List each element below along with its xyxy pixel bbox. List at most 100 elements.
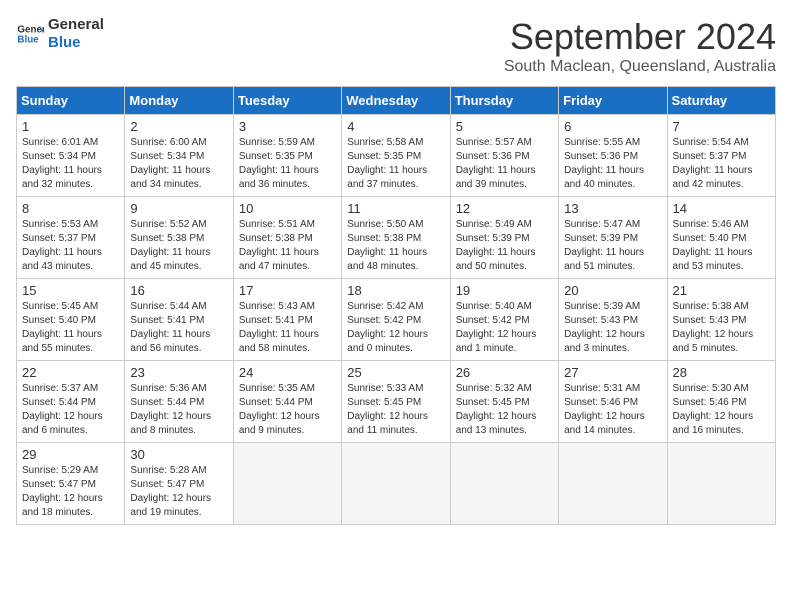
day-info: Sunrise: 5:49 AM Sunset: 5:39 PM Dayligh… [456, 218, 553, 274]
day-info: Sunrise: 5:38 AM Sunset: 5:43 PM Dayligh… [673, 300, 770, 356]
day-number: 22 [22, 365, 119, 380]
calendar-cell: 11 Sunrise: 5:50 AM Sunset: 5:38 PM Dayli… [342, 197, 450, 279]
day-info: Sunrise: 5:53 AM Sunset: 5:37 PM Dayligh… [22, 218, 119, 274]
day-number: 23 [130, 365, 227, 380]
calendar-cell: 26 Sunrise: 5:32 AM Sunset: 5:45 PM Dayli… [450, 361, 558, 443]
day-info: Sunrise: 5:58 AM Sunset: 5:35 PM Dayligh… [347, 136, 444, 192]
day-number: 30 [130, 447, 227, 462]
day-number: 14 [673, 201, 770, 216]
calendar-week-row: 8Sunrise: 5:53 AM Sunset: 5:37 PM Daylig… [17, 197, 776, 279]
day-info: Sunrise: 5:28 AM Sunset: 5:47 PM Dayligh… [130, 464, 227, 520]
logo: General Blue General Blue [16, 16, 104, 52]
day-info: Sunrise: 5:40 AM Sunset: 5:42 PM Dayligh… [456, 300, 553, 356]
day-number: 3 [239, 119, 336, 134]
day-number: 17 [239, 283, 336, 298]
day-number: 28 [673, 365, 770, 380]
calendar-cell: 20 Sunrise: 5:39 AM Sunset: 5:43 PM Dayli… [559, 279, 667, 361]
calendar-cell: 5 Sunrise: 5:57 AM Sunset: 5:36 PM Daylig… [450, 115, 558, 197]
calendar-title: September 2024 [504, 16, 776, 58]
day-number: 12 [456, 201, 553, 216]
logo-line2: Blue [48, 34, 104, 52]
day-info: Sunrise: 5:37 AM Sunset: 5:44 PM Dayligh… [22, 382, 119, 438]
calendar-week-row: 29 Sunrise: 5:29 AM Sunset: 5:47 PM Dayli… [17, 443, 776, 525]
calendar-cell: 1Sunrise: 6:01 AM Sunset: 5:34 PM Daylig… [17, 115, 125, 197]
day-info: Sunrise: 5:52 AM Sunset: 5:38 PM Dayligh… [130, 218, 227, 274]
day-number: 24 [239, 365, 336, 380]
day-number: 11 [347, 201, 444, 216]
day-number: 21 [673, 283, 770, 298]
logo-line1: General [48, 16, 104, 34]
calendar-cell: 27 Sunrise: 5:31 AM Sunset: 5:46 PM Dayli… [559, 361, 667, 443]
calendar-cell: 25 Sunrise: 5:33 AM Sunset: 5:45 PM Dayli… [342, 361, 450, 443]
day-info: Sunrise: 5:47 AM Sunset: 5:39 PM Dayligh… [564, 218, 661, 274]
weekday-header: Monday [125, 87, 233, 115]
day-info: Sunrise: 5:42 AM Sunset: 5:42 PM Dayligh… [347, 300, 444, 356]
day-info: Sunrise: 5:36 AM Sunset: 5:44 PM Dayligh… [130, 382, 227, 438]
calendar-cell [667, 443, 775, 525]
day-info: Sunrise: 5:57 AM Sunset: 5:36 PM Dayligh… [456, 136, 553, 192]
day-info: Sunrise: 6:00 AM Sunset: 5:34 PM Dayligh… [130, 136, 227, 192]
calendar-cell: 12 Sunrise: 5:49 AM Sunset: 5:39 PM Dayli… [450, 197, 558, 279]
calendar-cell [233, 443, 341, 525]
day-number: 19 [456, 283, 553, 298]
day-info: Sunrise: 5:50 AM Sunset: 5:38 PM Dayligh… [347, 218, 444, 274]
calendar-cell: 15 Sunrise: 5:45 AM Sunset: 5:40 PM Dayli… [17, 279, 125, 361]
calendar-cell: 14 Sunrise: 5:46 AM Sunset: 5:40 PM Dayli… [667, 197, 775, 279]
day-info: Sunrise: 5:39 AM Sunset: 5:43 PM Dayligh… [564, 300, 661, 356]
day-info: Sunrise: 5:29 AM Sunset: 5:47 PM Dayligh… [22, 464, 119, 520]
day-info: Sunrise: 5:30 AM Sunset: 5:46 PM Dayligh… [673, 382, 770, 438]
calendar-cell: 6 Sunrise: 5:55 AM Sunset: 5:36 PM Daylig… [559, 115, 667, 197]
header: General Blue General Blue September 2024… [16, 16, 776, 76]
day-number: 26 [456, 365, 553, 380]
day-number: 13 [564, 201, 661, 216]
calendar-table: SundayMondayTuesdayWednesdayThursdayFrid… [16, 86, 776, 525]
day-number: 9 [130, 201, 227, 216]
day-number: 27 [564, 365, 661, 380]
day-info: Sunrise: 5:43 AM Sunset: 5:41 PM Dayligh… [239, 300, 336, 356]
day-number: 16 [130, 283, 227, 298]
calendar-cell: 9 Sunrise: 5:52 AM Sunset: 5:38 PM Daylig… [125, 197, 233, 279]
calendar-cell: 29 Sunrise: 5:29 AM Sunset: 5:47 PM Dayli… [17, 443, 125, 525]
day-info: Sunrise: 5:32 AM Sunset: 5:45 PM Dayligh… [456, 382, 553, 438]
day-number: 5 [456, 119, 553, 134]
day-number: 1 [22, 119, 119, 134]
day-info: Sunrise: 5:55 AM Sunset: 5:36 PM Dayligh… [564, 136, 661, 192]
day-number: 10 [239, 201, 336, 216]
title-area: September 2024 South Maclean, Queensland… [504, 16, 776, 76]
weekday-header: Thursday [450, 87, 558, 115]
day-info: Sunrise: 5:46 AM Sunset: 5:40 PM Dayligh… [673, 218, 770, 274]
calendar-subtitle: South Maclean, Queensland, Australia [504, 58, 776, 76]
day-number: 29 [22, 447, 119, 462]
day-number: 2 [130, 119, 227, 134]
calendar-week-row: 15 Sunrise: 5:45 AM Sunset: 5:40 PM Dayli… [17, 279, 776, 361]
day-number: 4 [347, 119, 444, 134]
day-info: Sunrise: 5:44 AM Sunset: 5:41 PM Dayligh… [130, 300, 227, 356]
day-number: 15 [22, 283, 119, 298]
day-info: Sunrise: 5:33 AM Sunset: 5:45 PM Dayligh… [347, 382, 444, 438]
calendar-cell: 30 Sunrise: 5:28 AM Sunset: 5:47 PM Dayli… [125, 443, 233, 525]
day-number: 20 [564, 283, 661, 298]
day-info: Sunrise: 5:31 AM Sunset: 5:46 PM Dayligh… [564, 382, 661, 438]
calendar-cell: 8Sunrise: 5:53 AM Sunset: 5:37 PM Daylig… [17, 197, 125, 279]
calendar-cell: 4 Sunrise: 5:58 AM Sunset: 5:35 PM Daylig… [342, 115, 450, 197]
calendar-cell: 21 Sunrise: 5:38 AM Sunset: 5:43 PM Dayli… [667, 279, 775, 361]
calendar-cell: 23 Sunrise: 5:36 AM Sunset: 5:44 PM Dayli… [125, 361, 233, 443]
calendar-week-row: 1Sunrise: 6:01 AM Sunset: 5:34 PM Daylig… [17, 115, 776, 197]
weekday-header: Sunday [17, 87, 125, 115]
calendar-cell: 3Sunrise: 5:59 AM Sunset: 5:35 PM Daylig… [233, 115, 341, 197]
weekday-header: Friday [559, 87, 667, 115]
day-number: 25 [347, 365, 444, 380]
calendar-cell [559, 443, 667, 525]
day-info: Sunrise: 5:45 AM Sunset: 5:40 PM Dayligh… [22, 300, 119, 356]
logo-icon: General Blue [16, 20, 44, 48]
calendar-cell [450, 443, 558, 525]
calendar-cell: 19 Sunrise: 5:40 AM Sunset: 5:42 PM Dayli… [450, 279, 558, 361]
day-number: 18 [347, 283, 444, 298]
day-number: 6 [564, 119, 661, 134]
calendar-cell: 24Sunrise: 5:35 AM Sunset: 5:44 PM Dayli… [233, 361, 341, 443]
calendar-cell: 22 Sunrise: 5:37 AM Sunset: 5:44 PM Dayli… [17, 361, 125, 443]
weekday-header: Wednesday [342, 87, 450, 115]
calendar-cell: 16 Sunrise: 5:44 AM Sunset: 5:41 PM Dayli… [125, 279, 233, 361]
calendar-cell: 2 Sunrise: 6:00 AM Sunset: 5:34 PM Daylig… [125, 115, 233, 197]
day-number: 7 [673, 119, 770, 134]
